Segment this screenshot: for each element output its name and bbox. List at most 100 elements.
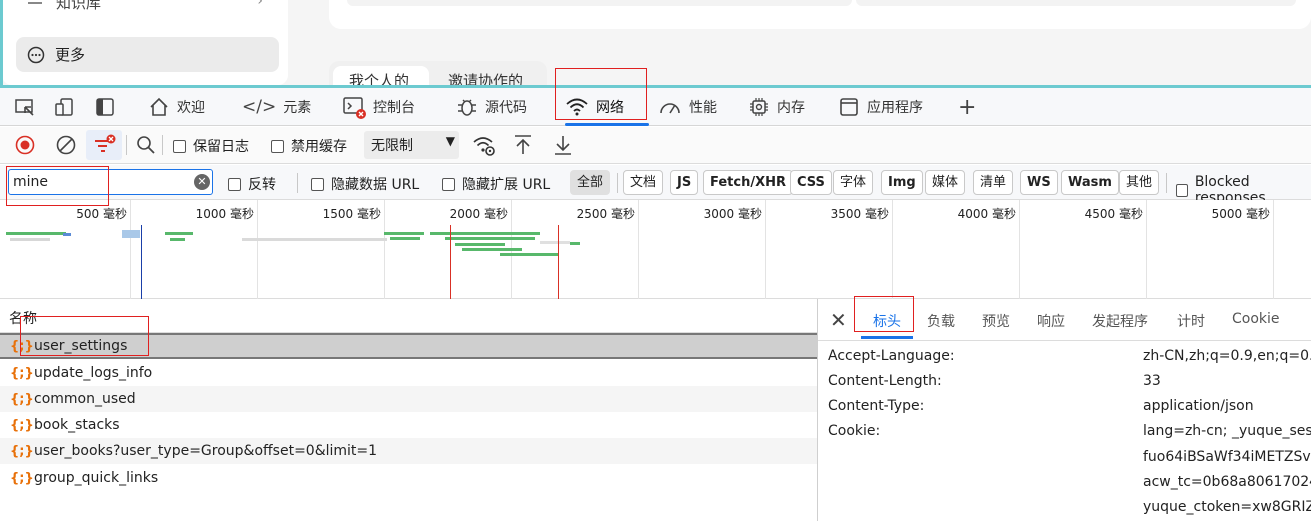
throttling-select[interactable]: 无限制 ▼ xyxy=(364,131,459,159)
load-event-marker xyxy=(450,225,451,299)
checkbox[interactable] xyxy=(442,177,455,191)
xhr-icon: {;} xyxy=(10,470,34,486)
type-filter-manifest[interactable]: 清单 xyxy=(973,170,1014,195)
content-card xyxy=(329,0,1311,29)
checkbox[interactable] xyxy=(228,177,241,191)
header-value-continued: fuo64iBSaWf34iMETZSvlV xyxy=(1143,449,1311,465)
type-filter-other[interactable]: 其他 xyxy=(1119,170,1160,195)
header-value: application/json xyxy=(1143,398,1254,414)
timeline-bar xyxy=(10,238,50,241)
hide-data-urls-checkbox[interactable]: 隐藏数据 URL xyxy=(311,174,419,194)
type-filter-font[interactable]: 字体 xyxy=(833,170,874,195)
tab-network[interactable]: 网络 xyxy=(565,88,649,126)
export-har-icon[interactable] xyxy=(552,133,574,157)
tab-response[interactable]: 响应 xyxy=(1037,311,1065,331)
toolbar-separator xyxy=(126,135,127,155)
tab-mine[interactable]: 我个人的 xyxy=(333,66,429,87)
type-filter-all[interactable]: 全部 xyxy=(570,170,611,195)
table-row[interactable]: {;} group_quick_links xyxy=(0,465,818,491)
table-row[interactable]: {;} book_stacks xyxy=(0,412,818,438)
tab-console[interactable]: 控制台 xyxy=(342,88,415,126)
timeline-gridline xyxy=(130,200,131,299)
tab-cookies[interactable]: Cookie xyxy=(1232,311,1280,327)
tab-initiator[interactable]: 发起程序 xyxy=(1092,311,1148,331)
network-conditions-icon[interactable] xyxy=(472,133,496,157)
timeline-bar xyxy=(122,230,140,238)
timeline-gridline xyxy=(638,200,639,299)
timeline-overview[interactable]: 500 毫秒 1000 毫秒 1500 毫秒 2000 毫秒 2500 毫秒 3… xyxy=(0,200,1311,299)
tab-performance[interactable]: 性能 xyxy=(658,88,717,126)
table-row[interactable]: {;} update_logs_info xyxy=(0,360,818,386)
load-event-marker xyxy=(558,225,559,299)
xhr-icon: {;} xyxy=(10,338,34,354)
active-tab-indicator xyxy=(861,336,913,339)
checkbox[interactable] xyxy=(173,139,186,153)
table-row[interactable]: {;} user_books?user_type=Group&offset=0&… xyxy=(0,438,818,464)
search-icon[interactable] xyxy=(135,134,157,156)
sidebar-item-label: 知识库 xyxy=(56,0,102,12)
type-filter-img[interactable]: Img xyxy=(881,170,923,195)
timeline-bar xyxy=(445,237,535,240)
tab-sources[interactable]: 源代码 xyxy=(456,88,527,126)
inspect-element-icon[interactable] xyxy=(14,96,36,118)
type-filter-ws[interactable]: WS xyxy=(1020,170,1058,195)
add-tool-button[interactable]: + xyxy=(958,88,976,126)
dock-side-icon[interactable] xyxy=(94,96,116,118)
tab-application[interactable]: 应用程序 xyxy=(838,88,923,126)
more-button[interactable]: 更多 xyxy=(16,37,279,72)
checkbox[interactable] xyxy=(271,139,284,153)
network-toolbar: 保留日志 禁用缓存 无限制 ▼ xyxy=(0,127,1311,164)
caret-down-icon: ▼ xyxy=(445,134,455,148)
toolbar-separator xyxy=(162,135,163,155)
type-filter-css[interactable]: CSS xyxy=(790,170,832,195)
header-name: Content-Length: xyxy=(828,373,942,389)
hide-extension-urls-checkbox[interactable]: 隐藏扩展 URL xyxy=(442,174,550,194)
type-filter-js[interactable]: JS xyxy=(670,170,699,195)
clear-filter-icon[interactable]: ✕ xyxy=(194,174,210,190)
tab-elements[interactable]: </> 元素 xyxy=(242,88,311,126)
timeline-bar xyxy=(570,242,580,245)
tab-headers[interactable]: 标头 xyxy=(861,311,913,339)
timeline-bar xyxy=(430,232,540,235)
clear-icon[interactable] xyxy=(55,134,77,156)
tab-label: 应用程序 xyxy=(867,100,923,116)
record-icon[interactable] xyxy=(14,134,36,156)
header-value: lang=zh-cn; _yuque_sessi xyxy=(1143,423,1311,439)
tab-welcome[interactable]: 欢迎 xyxy=(148,88,205,126)
header-value: zh-CN,zh;q=0.9,en;q=0.8, xyxy=(1143,348,1311,364)
filter-toggle-button[interactable] xyxy=(86,130,122,160)
filter-input[interactable]: mine xyxy=(8,169,213,195)
checkbox[interactable] xyxy=(1176,183,1188,197)
close-icon[interactable]: ✕ xyxy=(830,310,847,330)
timeline-gridline xyxy=(384,200,385,299)
request-name: book_stacks xyxy=(34,417,120,433)
table-row[interactable]: {;} common_used xyxy=(0,386,818,412)
filter-separator xyxy=(1166,173,1167,193)
tab-timing[interactable]: 计时 xyxy=(1177,311,1205,331)
timeline-bar xyxy=(384,232,424,235)
table-row[interactable]: {;} user_settings xyxy=(0,333,818,359)
tab-memory[interactable]: 内存 xyxy=(748,88,805,126)
type-filter-wasm[interactable]: Wasm xyxy=(1061,170,1119,195)
library-tabs: 我个人的 邀请协作的 xyxy=(329,61,547,87)
checkbox-label: 隐藏扩展 URL xyxy=(462,177,551,193)
timeline-bar xyxy=(540,241,570,244)
type-filter-fetch-xhr[interactable]: Fetch/XHR xyxy=(703,170,794,195)
device-emulation-icon[interactable] xyxy=(54,96,76,118)
tab-preview[interactable]: 预览 xyxy=(982,311,1010,331)
active-tab-indicator xyxy=(565,123,649,126)
xhr-icon: {;} xyxy=(10,391,34,407)
disable-cache-checkbox[interactable]: 禁用缓存 xyxy=(271,136,347,156)
column-header-name[interactable]: 名称 xyxy=(0,299,818,333)
tab-payload[interactable]: 负载 xyxy=(927,311,955,331)
checkbox[interactable] xyxy=(311,177,324,191)
type-filter-media[interactable]: 媒体 xyxy=(925,170,966,195)
sidebar-item-knowledge-base[interactable]: 知识库 › xyxy=(16,0,279,22)
preserve-log-checkbox[interactable]: 保留日志 xyxy=(173,136,249,156)
code-icon: </> xyxy=(242,97,277,117)
type-filter-doc[interactable]: 文档 xyxy=(623,170,664,195)
tab-label: 欢迎 xyxy=(177,100,205,116)
invert-checkbox[interactable]: 反转 xyxy=(228,174,276,194)
import-har-icon[interactable] xyxy=(512,133,534,157)
timeline-tick-label: 3500 毫秒 xyxy=(830,207,889,221)
